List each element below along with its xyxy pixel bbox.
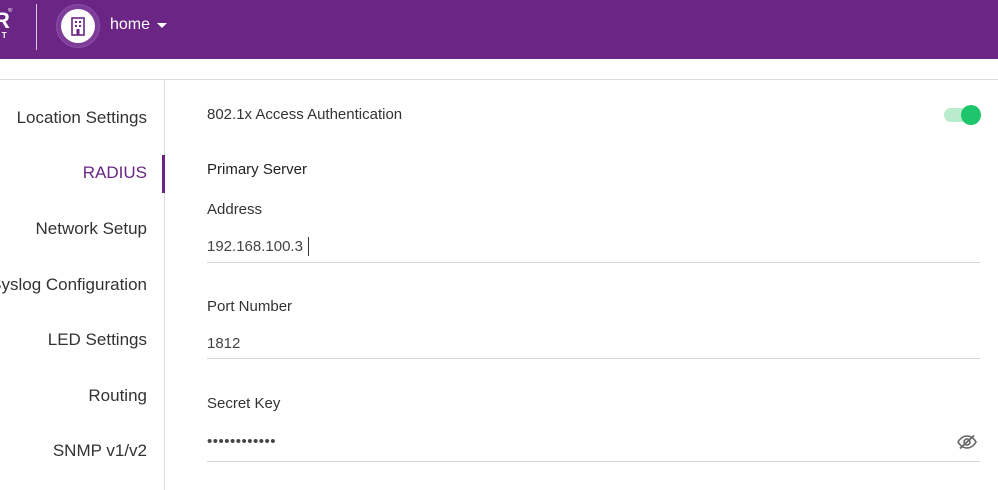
active-indicator bbox=[162, 155, 165, 193]
building-icon bbox=[71, 17, 85, 36]
sidebar-item-snmp[interactable]: SNMP v1/v2 bbox=[53, 441, 147, 461]
port-field-wrapper bbox=[207, 331, 980, 359]
secret-key-input[interactable] bbox=[207, 429, 927, 453]
logo-subtext: HT bbox=[0, 31, 9, 40]
secret-key-label: Secret Key bbox=[207, 395, 281, 412]
toggle-knob bbox=[961, 105, 981, 125]
location-selector[interactable]: home bbox=[110, 16, 168, 34]
caret-down-icon bbox=[157, 22, 168, 28]
auth-toggle[interactable] bbox=[944, 104, 982, 126]
sidebar-item-routing[interactable]: Routing bbox=[88, 386, 147, 406]
content-top-border bbox=[0, 79, 998, 80]
secret-key-field-wrapper bbox=[207, 429, 980, 462]
primary-server-title: Primary Server bbox=[207, 161, 308, 178]
port-input[interactable] bbox=[207, 331, 927, 355]
auth-toggle-label: 802.1x Access Authentication bbox=[207, 106, 403, 123]
sidebar-item-network-setup[interactable]: Network Setup bbox=[36, 219, 148, 239]
sidebar-item-syslog-configuration[interactable]: Syslog Configuration bbox=[0, 275, 147, 295]
logo-registered-mark: ® bbox=[8, 8, 13, 14]
sidebar-item-location-settings[interactable]: Location Settings bbox=[17, 108, 147, 128]
top-bar: R ® HT home bbox=[0, 0, 998, 59]
header-divider bbox=[36, 4, 37, 50]
address-field-wrapper bbox=[207, 234, 980, 263]
brand-logo[interactable]: R ® HT bbox=[0, 8, 20, 42]
sidebar-item-radius[interactable]: RADIUS bbox=[83, 163, 147, 183]
location-avatar[interactable] bbox=[56, 4, 100, 48]
sidebar-border bbox=[164, 80, 165, 490]
address-input[interactable] bbox=[207, 234, 927, 258]
location-name: home bbox=[110, 16, 151, 33]
port-label: Port Number bbox=[207, 298, 293, 315]
eye-slash-icon[interactable] bbox=[956, 434, 978, 450]
text-cursor bbox=[308, 237, 309, 256]
address-label: Address bbox=[207, 201, 263, 218]
sidebar-item-led-settings[interactable]: LED Settings bbox=[48, 330, 147, 350]
